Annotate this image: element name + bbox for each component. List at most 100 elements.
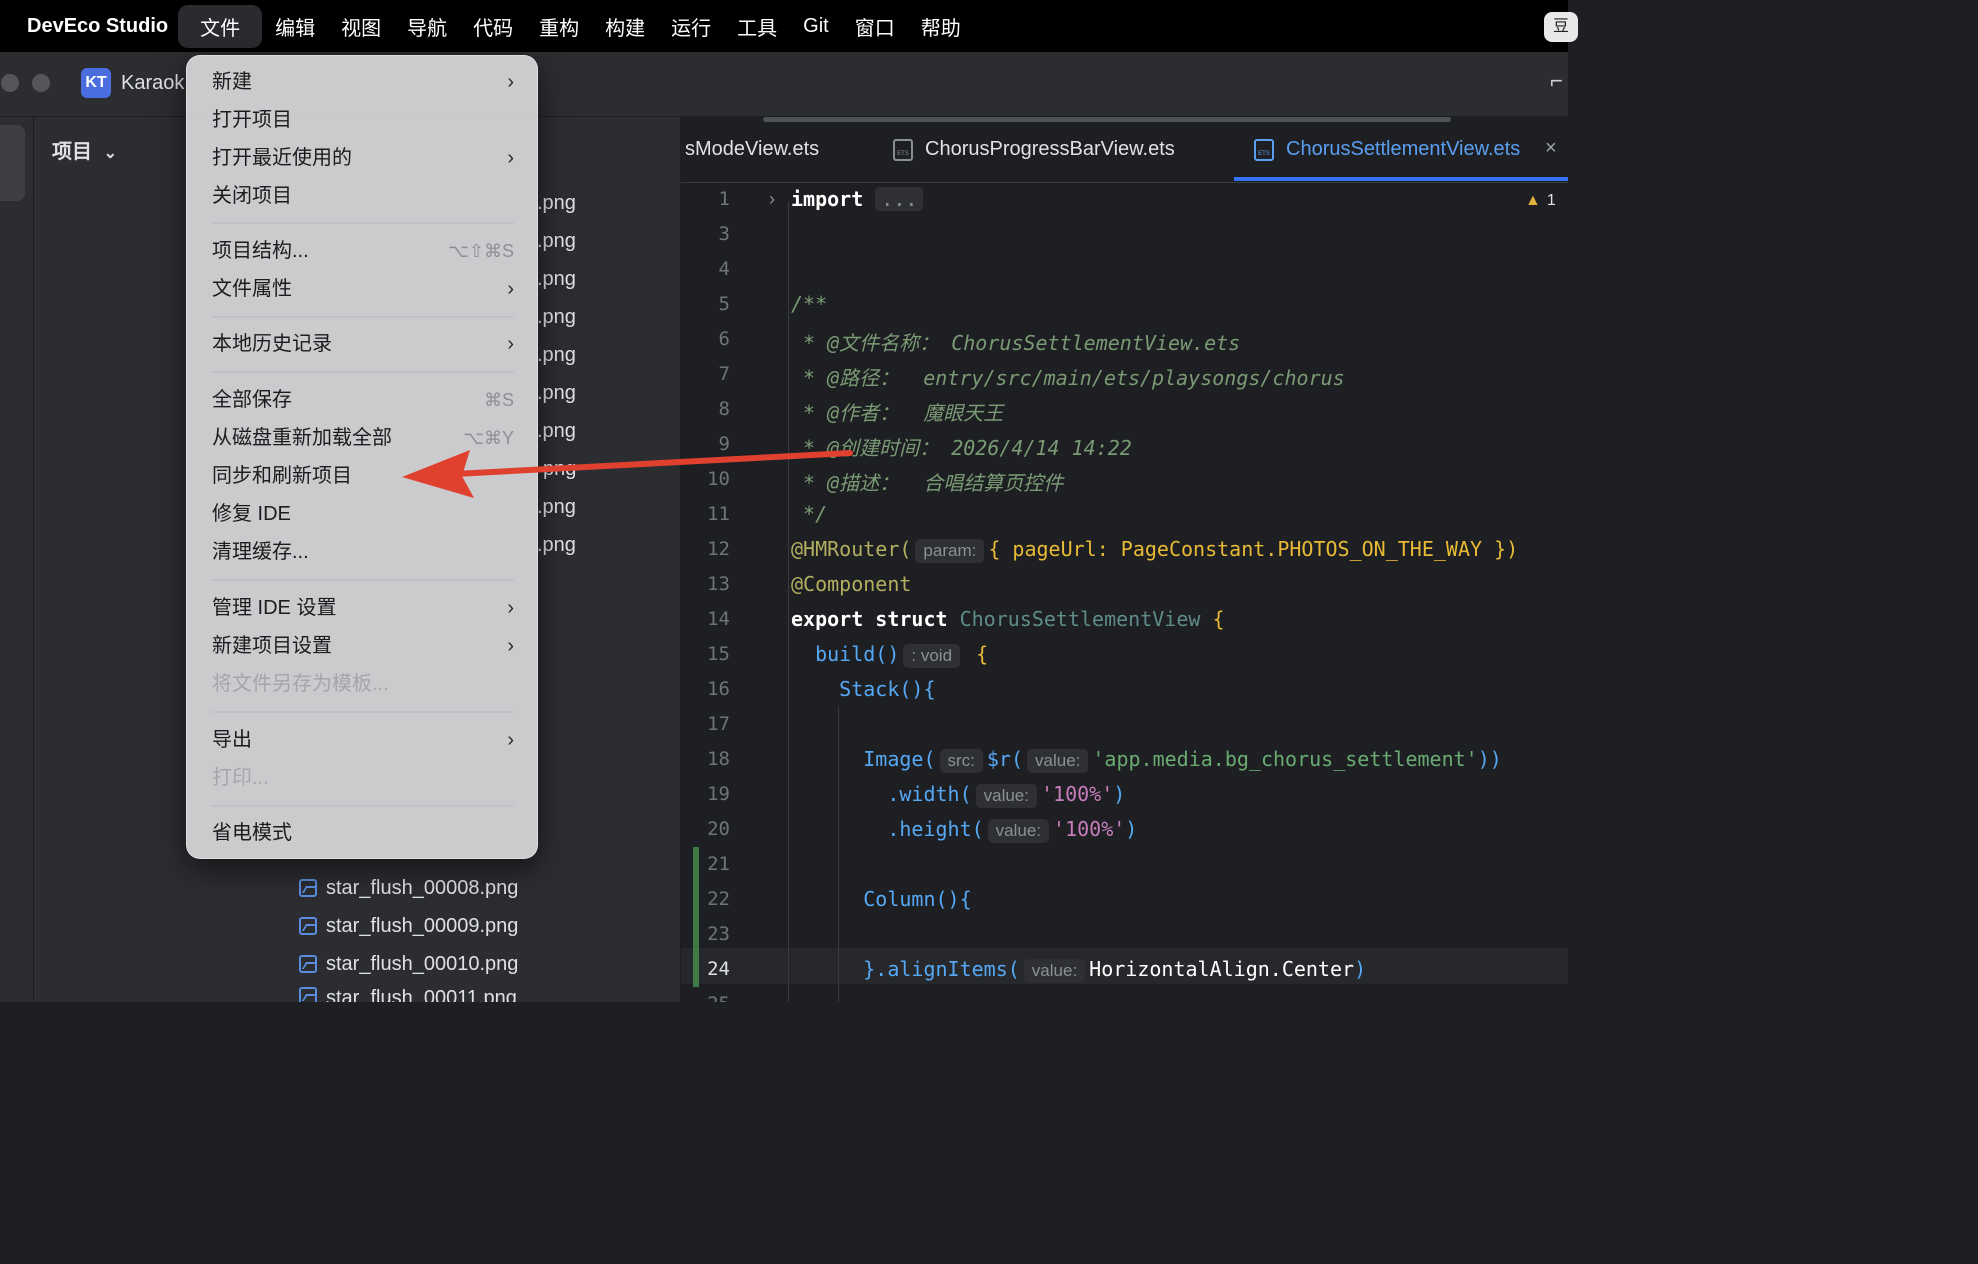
code-line[interactable]: @HMRouter(param:{ pageUrl: PageConstant.… [791, 537, 1518, 563]
inspection-widget[interactable]: ▲ 1 [1525, 192, 1556, 210]
file-name: star_flush_00008.png [326, 876, 519, 899]
code-line[interactable]: */ [791, 502, 827, 526]
file-name: star_flush_00010.png [326, 952, 519, 975]
menu-item-open-project[interactable]: 打开项目 [212, 103, 514, 137]
folded-region[interactable]: ... [875, 187, 924, 211]
code-line[interactable]: * @描述： 合唱结算页控件 [791, 467, 1063, 496]
project-view-label: 项目 [52, 141, 92, 163]
code-line[interactable]: }.alignItems(value: HorizontalAlign.Cente… [791, 957, 1366, 983]
menu-item-invalidate-caches[interactable]: 清理缓存... [212, 535, 514, 569]
menu-bar: DevEco Studio 文件 编辑 视图 导航 代码 重构 构建 运行 工具… [0, 0, 1578, 52]
menu-tools[interactable]: 工具 [724, 5, 790, 48]
menu-navigate[interactable]: 导航 [394, 5, 460, 48]
file-tree-item[interactable]: star_flush_00009.png [299, 911, 518, 941]
menu-item-repair-ide[interactable]: 修复 IDE [212, 497, 514, 531]
param-hint: param: [915, 539, 985, 563]
code-line[interactable]: /** [791, 292, 827, 316]
submenu-arrow-icon: › [507, 333, 514, 355]
submenu-arrow-icon: › [507, 635, 514, 657]
line-number: 20 [707, 818, 730, 840]
tab-chorus-progress-bar-view[interactable]: ETS ChorusProgressBarView.ets [893, 138, 1175, 161]
fold-chevron-icon[interactable]: › [769, 189, 775, 210]
file-name-fragment[interactable]: .png [537, 306, 576, 329]
tabs-scrollbar[interactable] [763, 117, 1451, 122]
menu-item-save-all[interactable]: 全部保存 ⌘S [212, 383, 514, 417]
input-method-icon[interactable]: 豆 [1544, 12, 1578, 42]
menu-file[interactable]: 文件 [178, 4, 263, 48]
image-file-icon [299, 879, 317, 897]
project-view-selector[interactable]: 项目 ⌄ [52, 135, 117, 164]
project-name[interactable]: Karaok [121, 72, 184, 95]
tab-chorus-settlement-view[interactable]: ETS ChorusSettlementView.ets [1254, 138, 1520, 161]
code-line[interactable]: import ... [791, 187, 924, 211]
project-tool-button[interactable] [0, 125, 25, 201]
line-number: 22 [707, 888, 730, 910]
menu-item-open-recent[interactable]: 打开最近使用的 › [212, 141, 514, 175]
tab-mode-view[interactable]: sModeView.ets [685, 138, 819, 161]
code-line[interactable]: .height(value: '100%') [791, 817, 1137, 843]
tab-close-icon[interactable]: × [1545, 137, 1557, 160]
file-name-fragment[interactable]: .png [537, 496, 576, 519]
menu-refactor[interactable]: 重构 [526, 5, 592, 48]
menu-git[interactable]: Git [790, 8, 842, 45]
file-name-fragment[interactable]: .png [537, 420, 576, 443]
code-line[interactable]: .width(value: '100%') [791, 782, 1125, 808]
code-line[interactable]: build(): void { [791, 642, 988, 668]
file-name-fragment[interactable]: .png [537, 268, 576, 291]
file-name: star_flush_00009.png [326, 914, 519, 937]
toolbar-overflow-icon[interactable]: ⌐ [1550, 68, 1568, 98]
window-minimize-button[interactable] [32, 74, 50, 92]
menu-item-export[interactable]: 导出 › [212, 723, 514, 757]
menu-help[interactable]: 帮助 [908, 5, 974, 48]
code-line[interactable]: export struct ChorusSettlementView { [791, 607, 1225, 631]
menu-item-power-save-mode[interactable]: 省电模式 [212, 816, 514, 850]
menu-item-sync-refresh-project[interactable]: 同步和刷新项目 [212, 459, 514, 493]
menu-run[interactable]: 运行 [658, 5, 724, 48]
code-line[interactable]: Column(){ [791, 887, 971, 911]
vcs-change-marker[interactable] [693, 847, 699, 987]
tab-label: ChorusProgressBarView.ets [925, 138, 1175, 160]
window-close-button[interactable] [1, 74, 19, 92]
menu-item-new[interactable]: 新建 › [212, 65, 514, 99]
menu-item-manage-ide-settings[interactable]: 管理 IDE 设置 › [212, 591, 514, 625]
menu-item-project-structure[interactable]: 项目结构... ⌥⇧⌘S [212, 234, 514, 268]
param-hint: value: [1027, 749, 1089, 773]
param-hint: value: [1023, 959, 1086, 983]
menu-code[interactable]: 代码 [460, 5, 526, 48]
menu-item-close-project[interactable]: 关闭项目 [212, 179, 514, 213]
code-line[interactable]: Stack(){ [791, 677, 935, 701]
menu-item-reload-all-from-disk[interactable]: 从磁盘重新加载全部 ⌥⌘Y [212, 421, 514, 455]
line-number: 13 [707, 573, 730, 595]
file-name-fragment[interactable]: .png [537, 534, 576, 557]
code-editor: sModeView.ets ETS ChorusProgressBarView.… [681, 117, 1568, 1002]
line-number: 15 [707, 643, 730, 665]
file-name-fragment[interactable]: .png [537, 382, 576, 405]
menu-item-new-project-settings[interactable]: 新建项目设置 › [212, 629, 514, 663]
code-line[interactable]: * @创建时间： 2026/4/14 14:22 [791, 432, 1132, 461]
menu-view[interactable]: 视图 [328, 5, 394, 48]
image-file-icon [299, 987, 317, 1002]
menu-edit[interactable]: 编辑 [262, 5, 328, 48]
menu-separator [212, 222, 514, 224]
file-name-fragment[interactable]: .png [537, 192, 576, 215]
menu-window[interactable]: 窗口 [842, 5, 908, 48]
file-name-fragment[interactable]: .png [537, 344, 576, 367]
code-line[interactable]: * @文件名称： ChorusSettlementView.ets [791, 327, 1240, 356]
file-name-fragment[interactable]: png [543, 458, 576, 481]
app-name[interactable]: DevEco Studio [27, 15, 168, 38]
menu-item-local-history[interactable]: 本地历史记录 › [212, 327, 514, 361]
menu-build[interactable]: 构建 [592, 5, 658, 48]
file-tree-item[interactable]: star_flush_00010.png [299, 949, 518, 979]
file-name-fragment[interactable]: .png [537, 230, 576, 253]
code-line[interactable]: * @作者： 魔眼天王 [791, 397, 1003, 426]
file-tree-item[interactable]: star_flush_00011.png [299, 987, 517, 1002]
shortcut-label: ⌥⇧⌘S [448, 241, 514, 261]
ets-file-icon: ETS [893, 138, 913, 161]
tab-label: ChorusSettlementView.ets [1286, 138, 1521, 160]
menu-item-file-properties[interactable]: 文件属性 › [212, 272, 514, 306]
code-line[interactable]: Image(src: $r(value:'app.media.bg_chorus_… [791, 747, 1502, 773]
project-badge[interactable]: KT [81, 68, 111, 98]
code-line[interactable]: * @路径： entry/src/main/ets/playsongs/chor… [791, 362, 1345, 391]
file-tree-item[interactable]: star_flush_00008.png [299, 873, 518, 903]
code-line[interactable]: @Component [791, 572, 911, 596]
